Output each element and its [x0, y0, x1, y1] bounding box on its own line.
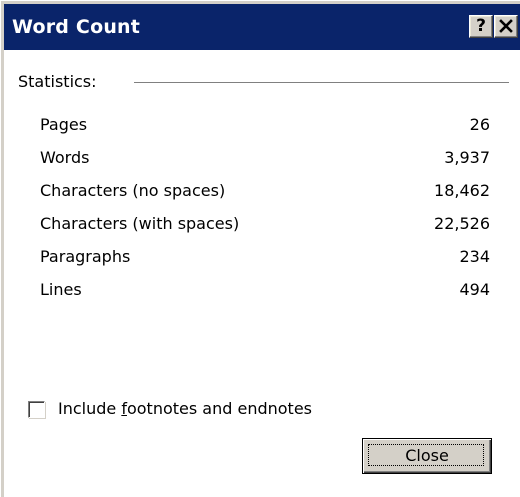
- stat-value: 234: [459, 247, 490, 266]
- stat-label: Characters (no spaces): [40, 181, 226, 200]
- stat-value: 494: [459, 280, 490, 299]
- statistics-divider: [134, 82, 509, 84]
- title-bar[interactable]: Word Count ?: [4, 4, 520, 50]
- close-button[interactable]: Close: [362, 438, 492, 474]
- stat-row-characters-with-spaces: Characters (with spaces) 22,526: [40, 207, 490, 240]
- stat-row-lines: Lines 494: [40, 273, 490, 306]
- stat-value: 18,462: [434, 181, 490, 200]
- stat-row-characters-no-spaces: Characters (no spaces) 18,462: [40, 174, 490, 207]
- statistics-group-label: Statistics:: [18, 72, 107, 92]
- word-count-dialog: Word Count ? Statistics: Pages 26 Words …: [0, 0, 520, 497]
- stat-label: Paragraphs: [40, 247, 131, 266]
- stat-row-words: Words 3,937: [40, 141, 490, 174]
- close-button-label: Close: [405, 446, 449, 465]
- dialog-title: Word Count: [12, 16, 141, 38]
- close-window-button[interactable]: [494, 15, 518, 38]
- help-button[interactable]: ?: [469, 15, 493, 38]
- stat-label: Pages: [40, 115, 88, 134]
- include-footnotes-checkbox[interactable]: [28, 401, 45, 418]
- dialog-body: Statistics: Pages 26 Words 3,937 Charact…: [4, 50, 520, 497]
- stat-row-paragraphs: Paragraphs 234: [40, 240, 490, 273]
- label-prefix: Include: [58, 399, 122, 418]
- stat-label: Lines: [40, 280, 82, 299]
- stat-row-pages: Pages 26: [40, 108, 490, 141]
- stat-value: 22,526: [434, 214, 490, 233]
- include-footnotes-label[interactable]: Include footnotes and endnotes: [58, 398, 312, 420]
- stat-value: 26: [469, 115, 490, 134]
- help-icon: ?: [476, 16, 486, 36]
- statistics-list: Pages 26 Words 3,937 Characters (no spac…: [40, 108, 490, 306]
- stat-label: Characters (with spaces): [40, 214, 240, 233]
- label-suffix: ootnotes and endnotes: [126, 399, 312, 418]
- close-icon: [499, 19, 513, 33]
- stat-value: 3,937: [444, 148, 490, 167]
- stat-label: Words: [40, 148, 90, 167]
